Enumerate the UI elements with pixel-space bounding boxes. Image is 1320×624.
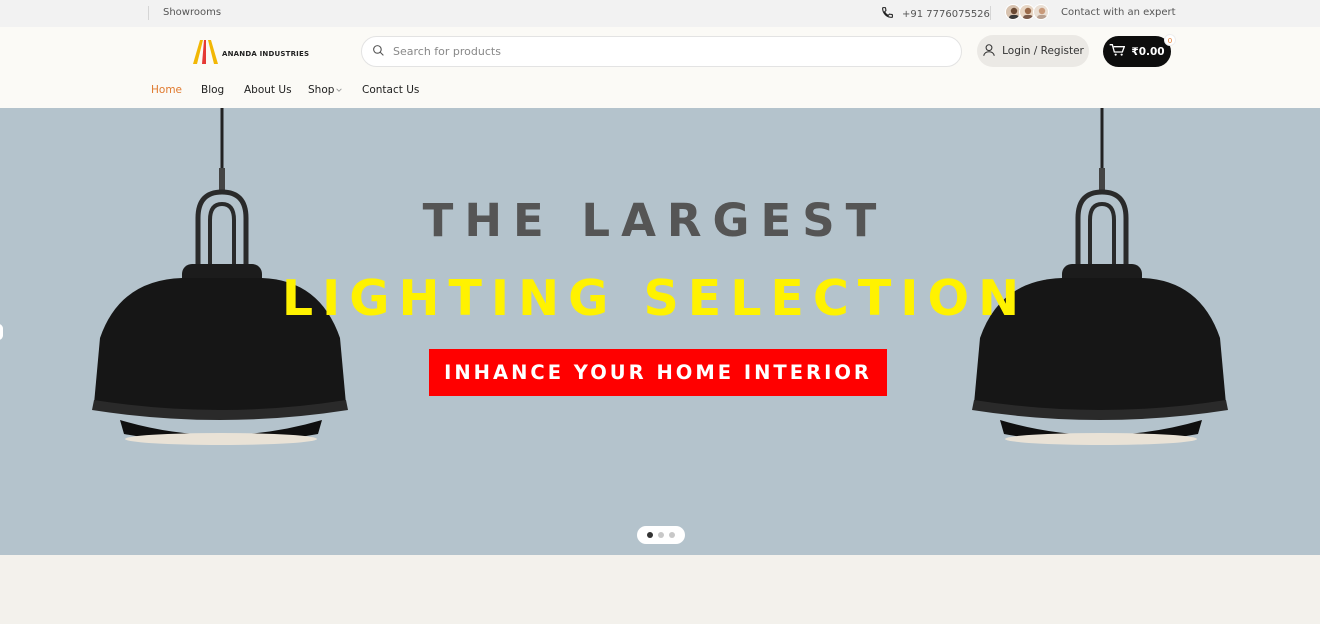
cart-button[interactable]: ₹0.00 — [1103, 36, 1171, 67]
login-register-button[interactable]: Login / Register — [977, 35, 1089, 67]
hero-headline-2: LIGHTING SELECTION — [281, 270, 1029, 327]
slider-dot-1[interactable] — [647, 532, 653, 538]
top-bar: Showrooms +91 7776075526 Contact with an… — [0, 0, 1320, 27]
slider-pagination — [637, 526, 685, 544]
cart-total: ₹0.00 — [1131, 45, 1165, 58]
showrooms-link[interactable]: Showrooms — [148, 6, 221, 20]
slider-dot-2[interactable] — [658, 532, 664, 538]
site-logo[interactable]: ANANDA INDUSTRIES — [191, 40, 309, 68]
nav-item-shop[interactable]: Shop — [308, 84, 362, 96]
phone-number: +91 7776075526 — [902, 9, 990, 20]
nav-shop-label: Shop — [308, 84, 335, 96]
cart-count-badge: 0 — [1164, 34, 1176, 46]
nav-item-about-us[interactable]: About Us — [244, 84, 308, 96]
hero-headline-1: THE LARGEST — [422, 194, 888, 247]
search-bar[interactable] — [361, 36, 962, 67]
page-content-area — [0, 555, 1320, 624]
nav-item-blog[interactable]: Blog — [201, 84, 244, 96]
search-input[interactable] — [393, 45, 933, 58]
nav-item-contact-us[interactable]: Contact Us — [362, 84, 419, 96]
site-header: ANANDA INDUSTRIES Login / Register ₹0.00… — [0, 27, 1320, 108]
phone-icon — [881, 6, 894, 24]
login-label: Login / Register — [1002, 45, 1084, 57]
phone-contact[interactable]: +91 7776075526 — [881, 6, 990, 24]
main-nav: Home Blog About Us Shop Contact Us — [151, 84, 419, 96]
divider — [990, 6, 991, 20]
avatar — [1033, 4, 1049, 20]
expert-avatars — [1005, 4, 1049, 20]
nav-item-home[interactable]: Home — [151, 84, 201, 96]
slider-dot-3[interactable] — [669, 532, 675, 538]
hero-cta-button[interactable]: INHANCE YOUR HOME INTERIOR — [429, 349, 887, 396]
hero-slider: THE LARGEST LIGHTING SELECTION INHANCE Y… — [0, 108, 1320, 555]
logo-text: ANANDA INDUSTRIES — [222, 50, 310, 58]
user-icon — [982, 43, 996, 60]
search-icon — [372, 42, 385, 61]
logo-mark-icon — [191, 40, 219, 68]
cart-icon — [1109, 43, 1126, 60]
contact-expert-link[interactable]: Contact with an expert — [1061, 6, 1176, 20]
chevron-down-icon — [336, 84, 343, 96]
